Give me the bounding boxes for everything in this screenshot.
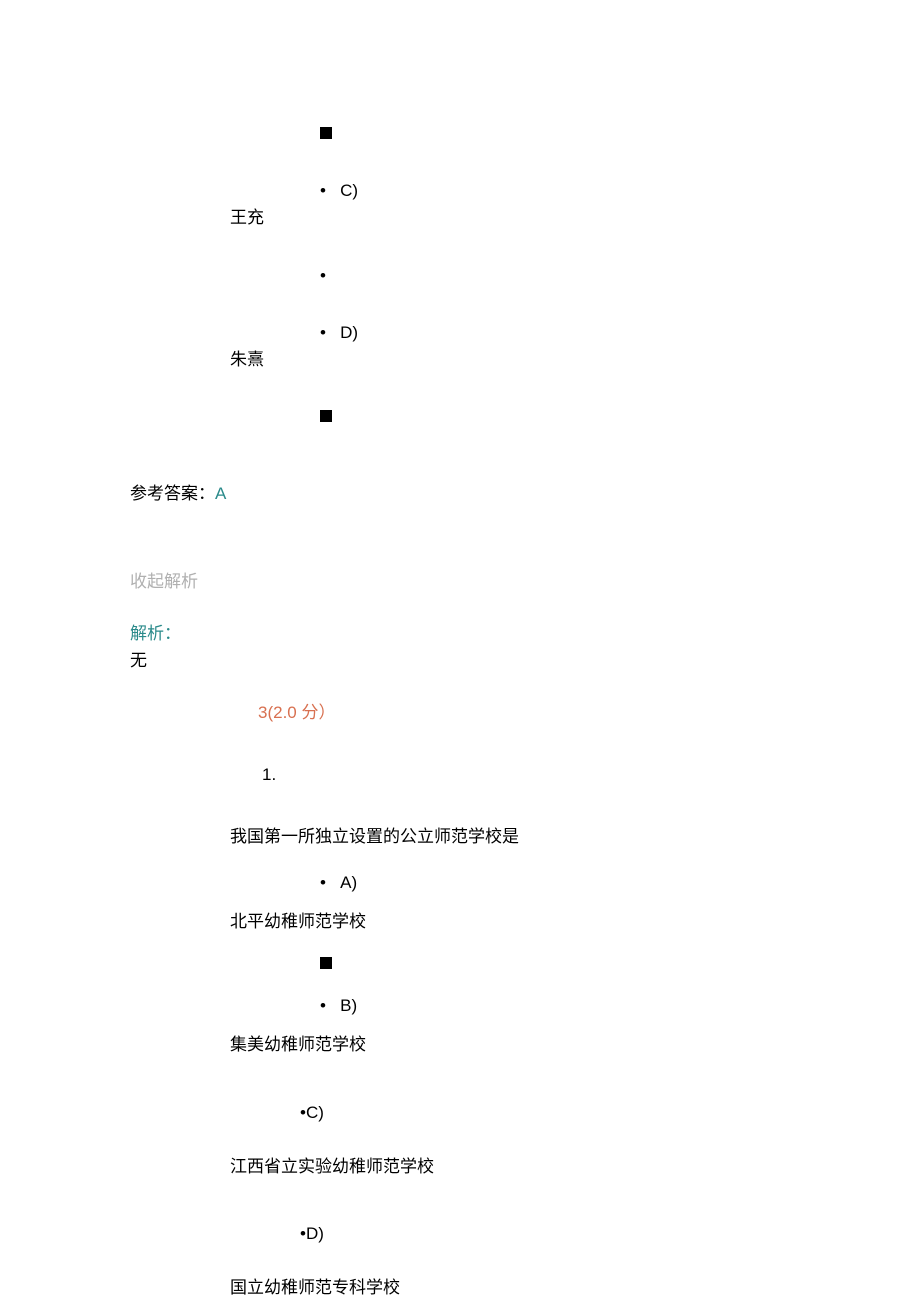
answer-label: 参考答案： <box>130 484 215 503</box>
option-d-label: D) <box>306 1224 324 1243</box>
option-b-label: B) <box>340 996 357 1015</box>
option-a-bullet: • A) <box>320 869 920 896</box>
square-marker <box>320 127 332 139</box>
answer-value: A <box>215 484 226 503</box>
option-d-text: 国立幼稚师范专科学校 <box>230 1274 920 1301</box>
analysis-value: 无 <box>130 647 920 674</box>
option-a-label: A) <box>340 873 357 892</box>
bullet-icon: • <box>320 996 326 1015</box>
bullet-icon: • <box>320 181 326 200</box>
bullet-spacer: • <box>320 262 920 289</box>
document-content: • C) 王充 • • D) 朱熹 参考答案：A 收起解析 解析： 无 3(2.… <box>0 0 920 1301</box>
collapse-analysis[interactable]: 收起解析 <box>130 568 920 595</box>
square-marker <box>320 410 332 422</box>
option-c-text: 王充 <box>230 204 920 231</box>
bullet-icon: • <box>320 873 326 892</box>
option-c-label: C) <box>340 181 358 200</box>
bullet-icon: • <box>320 266 326 285</box>
question-text: 我国第一所独立设置的公立师范学校是 <box>230 823 920 850</box>
analysis-label: 解析： <box>130 620 920 647</box>
question-number: 3(2.0 分） <box>258 699 920 726</box>
option-d-bullet: • D) <box>320 319 920 346</box>
option-c-bullet: • C) <box>320 177 920 204</box>
option-d-bullet: •D) <box>300 1220 920 1247</box>
option-c-bullet: •C) <box>300 1099 920 1126</box>
answer-section: 参考答案：A <box>130 480 920 507</box>
option-a-text: 北平幼稚师范学校 <box>230 908 920 935</box>
option-b-bullet: • B) <box>320 992 920 1019</box>
sub-number: 1. <box>262 761 920 788</box>
option-c-text: 江西省立实验幼稚师范学校 <box>230 1153 920 1180</box>
option-d-label: D) <box>340 323 358 342</box>
bullet-icon: • <box>320 323 326 342</box>
square-marker <box>320 957 332 969</box>
option-d-text: 朱熹 <box>230 346 920 373</box>
option-b-text: 集美幼稚师范学校 <box>230 1031 920 1058</box>
option-c-label: C) <box>306 1103 324 1122</box>
